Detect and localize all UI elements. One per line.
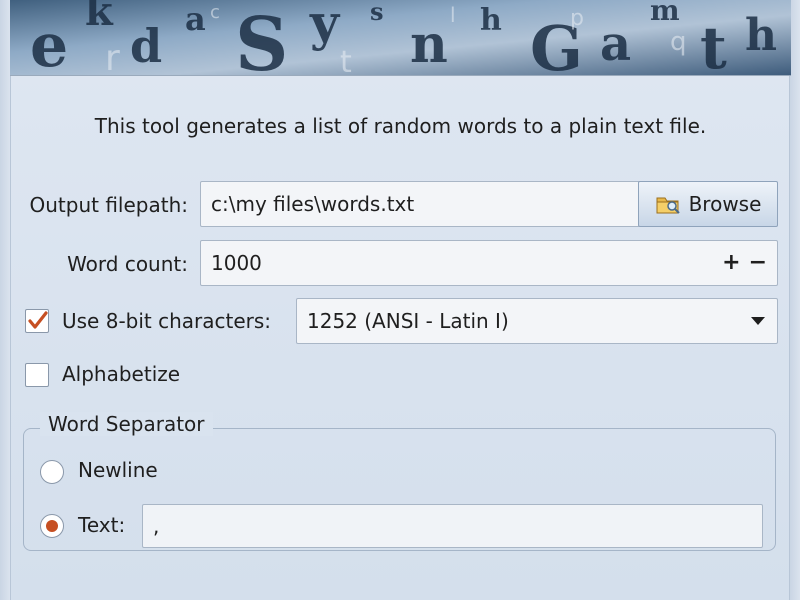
text-radio[interactable]	[40, 514, 64, 538]
text-label: Text:	[78, 513, 126, 537]
svg-text:h: h	[745, 10, 777, 61]
header-banner-image: e k d a S y s n h G a m t h r c t l p q	[10, 0, 791, 76]
output-filepath-value: c:\my files\words.txt	[211, 192, 415, 216]
banner-letters-graphic: e k d a S y s n h G a m t h r c t l p q	[10, 0, 791, 75]
svg-text:m: m	[650, 0, 680, 27]
separator-text-input[interactable]: ,	[142, 504, 763, 548]
alphabetize-label: Alphabetize	[62, 362, 181, 386]
word-count-value: 1000	[211, 251, 262, 275]
folder-search-icon	[655, 192, 681, 216]
tool-description: This tool generates a list of random wor…	[94, 114, 707, 138]
newline-radio[interactable]	[40, 460, 64, 484]
svg-text:a: a	[600, 16, 631, 72]
output-filepath-label: Output filepath:	[29, 193, 189, 217]
svg-text:t: t	[340, 45, 352, 75]
word-count-stepper: + −	[722, 241, 767, 285]
svg-text:k: k	[85, 0, 114, 35]
browse-label: Browse	[688, 192, 762, 216]
use-8bit-label: Use 8-bit characters:	[62, 309, 272, 333]
window-frame-left	[0, 0, 11, 600]
newline-label: Newline	[78, 458, 158, 482]
output-filepath-input[interactable]: c:\my files\words.txt	[200, 181, 640, 227]
svg-text:h: h	[480, 3, 502, 38]
svg-text:S: S	[235, 2, 288, 75]
svg-text:c: c	[210, 2, 220, 23]
dialog-window: e k d a S y s n h G a m t h r c t l p q …	[0, 0, 800, 600]
alphabetize-checkbox[interactable]	[25, 363, 49, 387]
encoding-dropdown[interactable]: 1252 (ANSI - Latin I)	[296, 298, 778, 344]
encoding-selected-value: 1252 (ANSI - Latin I)	[307, 309, 509, 333]
svg-text:s: s	[370, 0, 384, 26]
chevron-down-icon	[751, 317, 765, 325]
use-8bit-checkbox[interactable]	[25, 309, 49, 333]
svg-text:t: t	[700, 14, 727, 75]
svg-text:p: p	[570, 6, 584, 31]
word-count-input[interactable]: 1000 + −	[200, 240, 778, 286]
increment-button[interactable]: +	[722, 252, 740, 274]
svg-text:y: y	[309, 0, 341, 52]
separator-text-value: ,	[153, 514, 160, 538]
window-frame-right	[789, 0, 800, 600]
svg-text:e: e	[30, 11, 68, 75]
radio-selected-dot	[46, 520, 58, 532]
svg-text:q: q	[670, 27, 687, 57]
word-count-label: Word count:	[67, 252, 188, 276]
svg-text:n: n	[410, 14, 448, 75]
browse-button[interactable]: Browse	[638, 181, 778, 227]
decrement-button[interactable]: −	[749, 252, 767, 274]
checkmark-icon	[28, 311, 48, 329]
svg-text:l: l	[450, 3, 456, 27]
svg-text:d: d	[130, 19, 162, 73]
svg-text:r: r	[105, 38, 120, 75]
svg-text:a: a	[185, 0, 206, 38]
word-separator-title: Word Separator	[40, 412, 213, 436]
